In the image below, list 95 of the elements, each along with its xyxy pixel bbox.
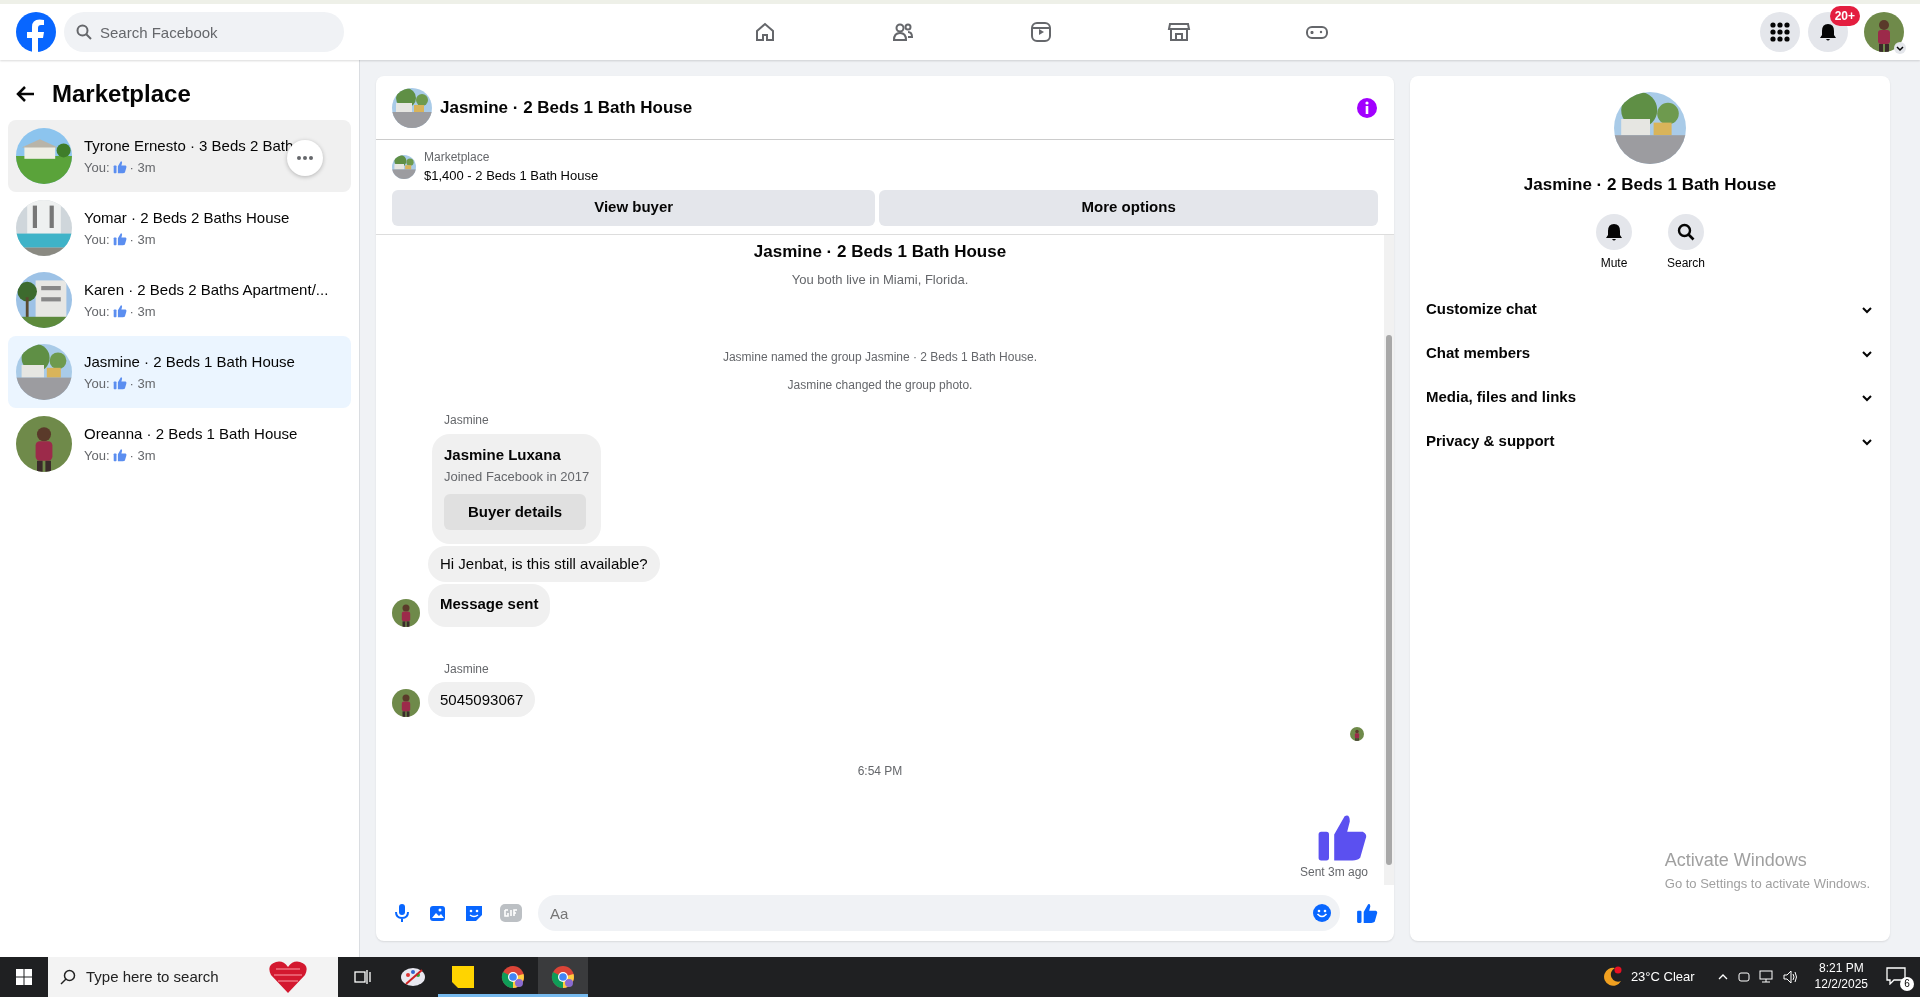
conversation-title: Tyrone Ernesto · 3 Beds 2 Bath [84,136,294,156]
scrollbar[interactable] [1384,234,1394,885]
preview-text: You: [84,446,110,465]
section-row[interactable]: Privacy & support [1410,419,1890,464]
notification-badge: 20+ [1829,6,1860,26]
profile-name: Jasmine Luxana [444,445,562,465]
weather-text[interactable]: 23°C Clear [1630,967,1695,987]
time-text: · 3m [129,446,156,465]
info-title: Jasmine · 2 Beds 1 Bath House [1523,174,1777,196]
action-label: Search [1667,254,1705,272]
browser-icon [551,965,575,989]
message-bubble: 5045093067 [428,681,536,717]
event-text: Jasmine named the group Jasmine · 2 Beds 1 Bath House. [722,349,1038,364]
section-row[interactable]: Media, files and links [1410,375,1890,420]
thumbs-up-icon[interactable] [1356,902,1378,924]
store-icon[interactable] [1167,20,1191,44]
view-buyer-button[interactable]: View buyer [392,189,876,226]
thumbs-up-icon [112,160,127,175]
windows-icon [16,969,32,985]
bell-icon [1818,22,1838,42]
bell-icon [1606,222,1622,241]
notification-icon[interactable] [1886,967,1906,985]
grid-icon [1770,22,1790,42]
conversation-title: Karen · 2 Beds 2 Baths Apartment/... [84,280,329,300]
thumbs-up-icon [112,448,127,463]
heart-icon [268,959,308,995]
apps-button[interactable] [1760,12,1800,52]
notification-count: 6 [1900,977,1914,991]
conversation-item[interactable]: Oreanna · 2 Beds 1 Bath House You: · 3m [8,408,351,480]
thumbs-up-icon [112,376,127,391]
sticker-icon[interactable] [464,903,484,923]
thumbs-up-icon [112,232,127,247]
conversation-title: Yomar · 2 Beds 2 Baths House [84,208,290,228]
emoji-icon[interactable] [1312,903,1332,923]
listing-detail: $1,400 - 2 Beds 1 Bath House [424,167,599,185]
search-icon [1677,222,1695,241]
taskbar-app[interactable] [538,957,588,997]
home-icon[interactable] [753,20,777,44]
watermark-title: Activate Windows [1664,848,1808,872]
time-text: · 3m [129,158,156,177]
task-view-icon [354,969,372,985]
preview-text: You: [84,374,110,393]
sticky-note-icon [452,966,474,988]
preview-text: You: [84,158,110,177]
conversation-item[interactable]: Jasmine · 2 Beds 1 Bath House You: · 3m [8,336,351,408]
event-text: Jasmine changed the group photo. [787,378,973,392]
conversation-title: Jasmine · 2 Beds 1 Bath House [84,352,295,372]
info-note: You both live in Miami, Florida. [791,272,969,287]
image-icon[interactable] [428,903,448,923]
info-icon[interactable] [1356,96,1378,119]
preview-text: You: [84,302,110,321]
more-options-button[interactable]: More options [879,189,1378,226]
action-label: Mute [1600,254,1628,272]
search-icon [60,969,76,985]
time-text: · 3m [129,302,156,321]
bell-button[interactable] [1596,213,1632,250]
time-text: · 3m [129,374,156,393]
timestamp: 6:54 PM [857,764,903,778]
back-arrow-icon[interactable] [16,84,36,104]
sidebar-title: Marketplace [52,79,191,109]
time-text: · 3m [129,230,156,249]
sent-status: Sent 3m ago [1299,864,1368,881]
clock-date[interactable]: 12/2/2025 [1814,977,1868,993]
sender-name: Jasmine [444,662,489,676]
watermark-detail: Go to Settings to activate Windows. [1664,874,1870,893]
sender-name: Jasmine [444,412,489,427]
microphone-icon[interactable] [392,903,412,923]
logo-icon[interactable] [16,12,56,52]
browser-icon [501,965,525,989]
taskbar-search[interactable]: Type here to search [48,957,338,997]
clock-time[interactable]: 8:21 PM [1814,961,1868,977]
volume-icon[interactable] [1782,970,1799,984]
caret-icon[interactable] [1894,42,1906,54]
buyer-details-button[interactable]: Buyer details [444,494,587,530]
conversation-item[interactable]: Yomar · 2 Beds 2 Baths House You: · 3m [8,192,351,264]
palette-icon [400,966,426,988]
video-icon[interactable] [1029,20,1053,44]
search-button[interactable] [1668,213,1704,250]
conversation-title: Oreanna · 2 Beds 1 Bath House [84,424,298,444]
message-field[interactable]: Aa [538,895,1340,931]
search-field[interactable]: Search Facebook [64,12,344,52]
message-bubble: Message sent [428,583,551,627]
message-bubble: Hi Jenbat, is this still available? [428,546,660,582]
network-icon[interactable] [1758,970,1775,984]
chat-title: Jasmine · 2 Beds 1 Bath House [440,96,693,119]
more-icon [297,156,313,160]
thumbs-up-icon [112,304,127,319]
conversation-heading: Jasmine · 2 Beds 1 Bath House [753,241,1007,261]
conversation-item[interactable]: Karen · 2 Beds 2 Baths Apartment/... You: · 3m [8,264,351,336]
conversation-item[interactable]: Tyrone Ernesto · 3 Beds 2 Bath You: · 3m [8,120,351,192]
listing-label: Marketplace [424,149,491,166]
preview-text: You: [84,230,110,249]
section-row[interactable]: Customize chat [1410,287,1890,332]
section-row[interactable]: Chat members [1410,331,1890,376]
profile-detail: Joined Facebook in 2017 [444,467,590,486]
